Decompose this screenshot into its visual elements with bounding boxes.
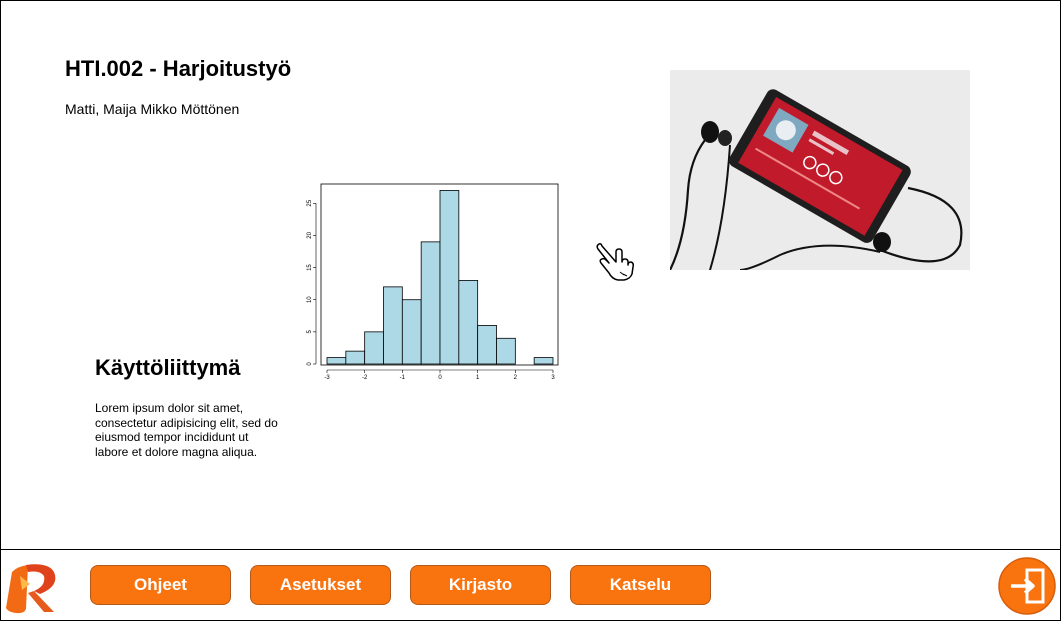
histogram-chart: -3 -2 -1 0 1 2 3 0 5 10 15 20 25 bbox=[307, 183, 559, 381]
phone-headphones-photo bbox=[670, 70, 970, 270]
authors: Matti, Maija Mikko Möttönen bbox=[65, 101, 240, 117]
katselu-button[interactable]: Katselu bbox=[570, 565, 711, 605]
ohjeet-button[interactable]: Ohjeet bbox=[90, 565, 231, 605]
section-heading: Käyttöliittymä bbox=[95, 355, 241, 380]
histogram-bar bbox=[364, 331, 384, 365]
histogram-bar bbox=[420, 241, 441, 365]
histogram-bar bbox=[345, 350, 366, 365]
y-tick-label: 15 bbox=[307, 264, 313, 271]
kirjasto-button[interactable]: Kirjasto bbox=[410, 565, 551, 605]
y-tick-label: 5 bbox=[307, 330, 313, 334]
x-tick-label: -3 bbox=[324, 375, 330, 381]
page-title: HTI.002 - Harjoitustyö bbox=[65, 56, 292, 81]
histogram-bar bbox=[326, 357, 347, 365]
x-tick-label: -1 bbox=[400, 375, 406, 381]
app-logo bbox=[6, 564, 56, 614]
histogram-bar bbox=[477, 325, 497, 365]
histogram-bar bbox=[496, 337, 516, 365]
y-tick-label: 20 bbox=[307, 231, 313, 238]
exit-icon[interactable] bbox=[997, 556, 1057, 616]
y-tick-label: 25 bbox=[307, 199, 313, 206]
x-tick-label: 0 bbox=[438, 375, 442, 381]
histogram-bar bbox=[401, 299, 422, 365]
footer-divider bbox=[1, 549, 1060, 550]
histogram-bar bbox=[383, 286, 403, 365]
section-body: Lorem ipsum dolor sit amet, consectetur … bbox=[95, 401, 278, 459]
x-tick-label: 3 bbox=[551, 375, 555, 381]
hand-cursor-icon bbox=[596, 243, 634, 281]
y-tick-label: 0 bbox=[307, 362, 313, 366]
x-tick-label: 1 bbox=[476, 375, 480, 381]
x-tick-label: 2 bbox=[514, 375, 518, 381]
histogram-bar bbox=[458, 280, 479, 365]
y-tick-label: 10 bbox=[307, 296, 313, 303]
histogram-bar bbox=[533, 357, 554, 365]
histogram-bar bbox=[439, 190, 460, 365]
asetukset-button[interactable]: Asetukset bbox=[250, 565, 391, 605]
x-tick-label: -2 bbox=[362, 375, 368, 381]
